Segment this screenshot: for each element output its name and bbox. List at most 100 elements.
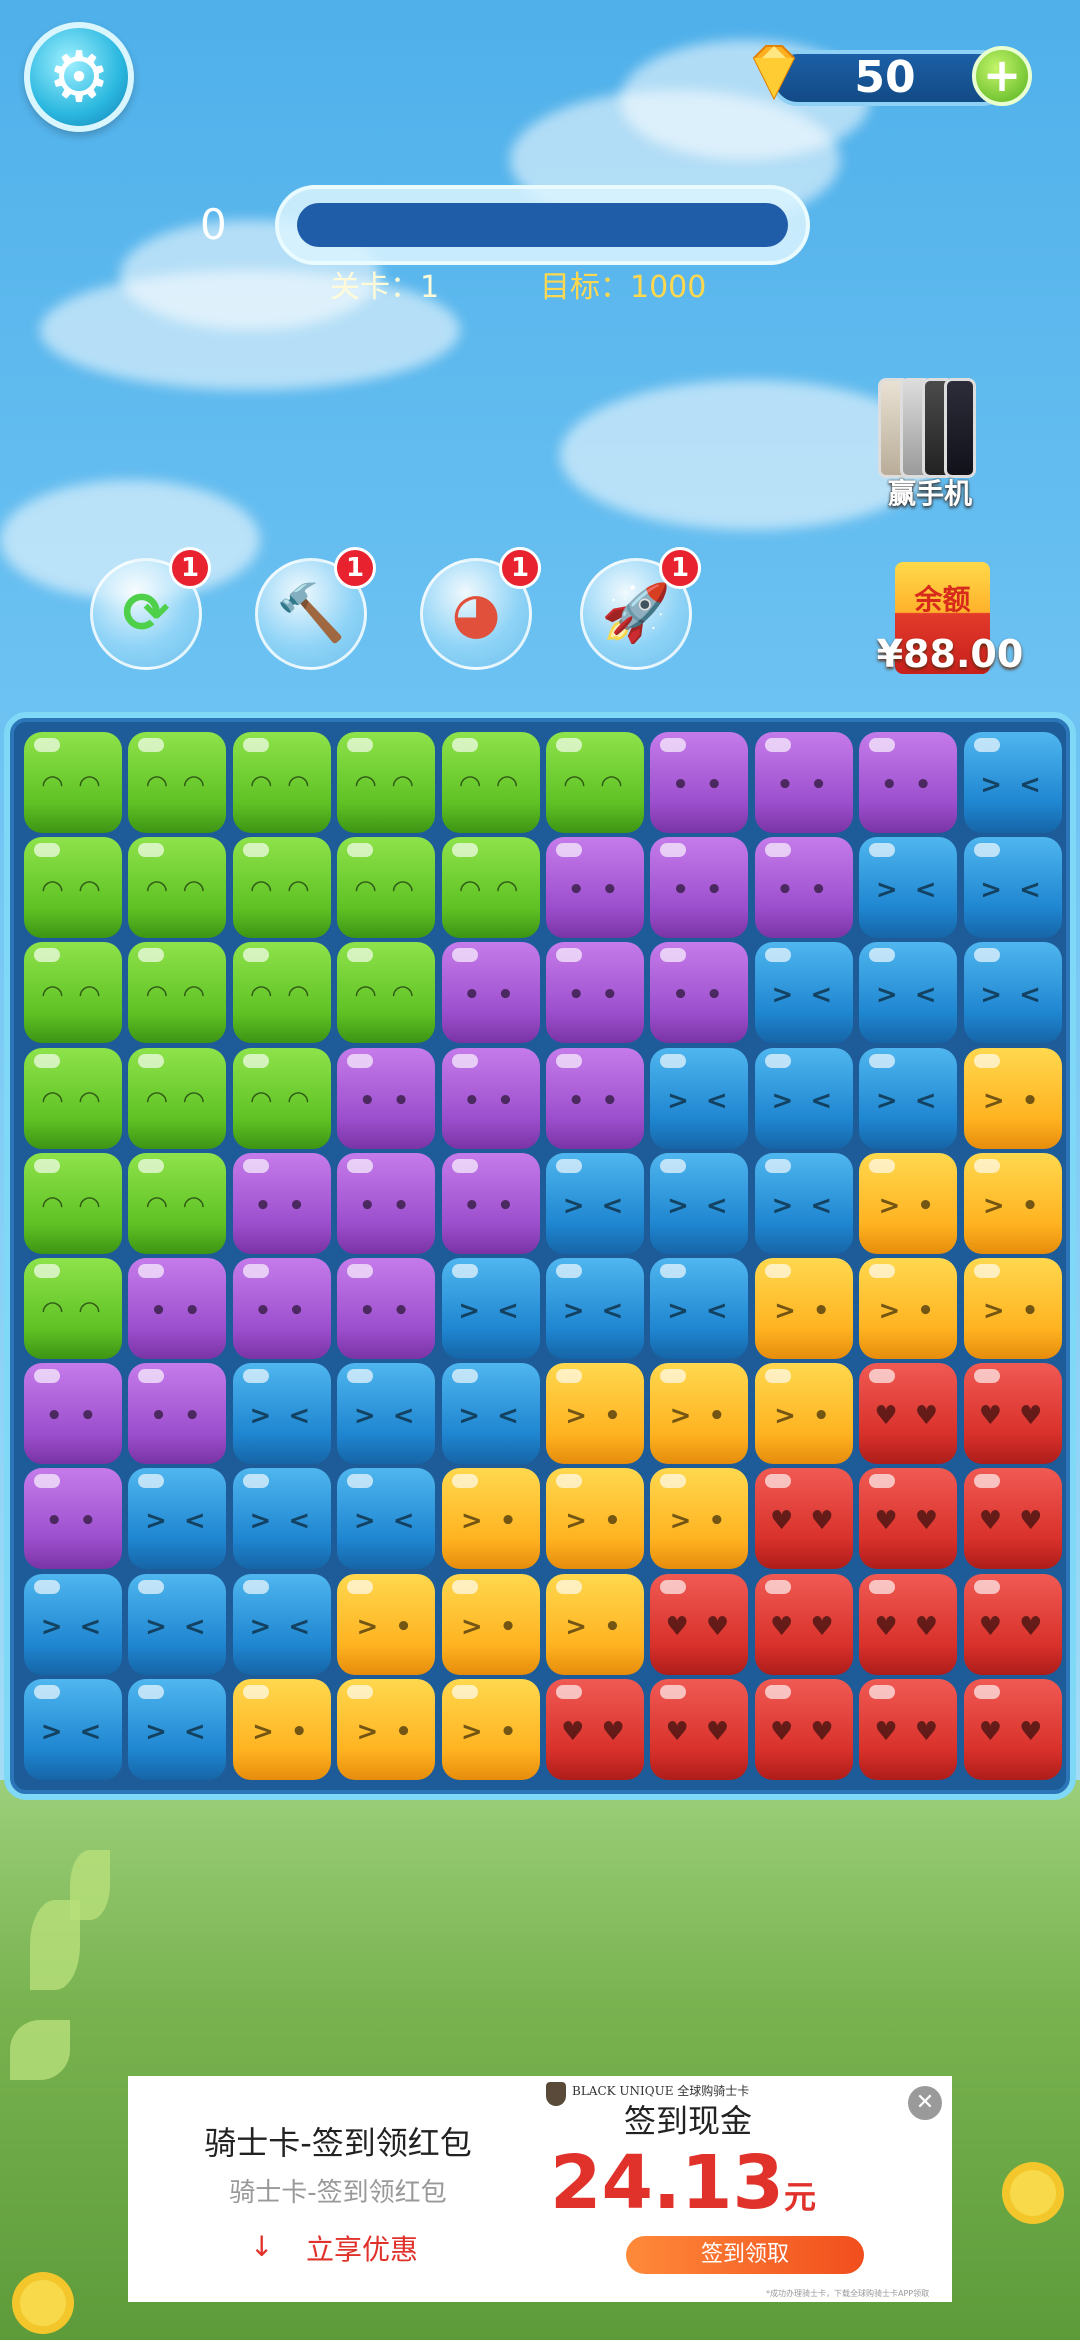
- tile-blue[interactable]: > <: [24, 1678, 122, 1780]
- tile-green[interactable]: ◠ ◠: [232, 942, 331, 1044]
- tile-red[interactable]: ♥ ♥: [754, 1468, 853, 1570]
- tile-blue[interactable]: > <: [859, 1047, 958, 1149]
- tile-blue[interactable]: > <: [650, 1152, 749, 1254]
- tile-purple[interactable]: • •: [650, 837, 749, 939]
- tile-yellow[interactable]: > •: [546, 1573, 644, 1675]
- tile-blue[interactable]: > <: [546, 1258, 644, 1359]
- tile-purple[interactable]: • •: [650, 942, 749, 1044]
- tile-yellow[interactable]: > •: [650, 1468, 749, 1570]
- tile-blue[interactable]: > <: [859, 837, 958, 939]
- tile-blue[interactable]: > <: [337, 1363, 436, 1465]
- tile-purple[interactable]: • •: [337, 1152, 436, 1254]
- tile-blue[interactable]: > <: [754, 1047, 853, 1149]
- settings-button[interactable]: ⚙: [24, 22, 134, 132]
- tile-yellow[interactable]: > •: [546, 1363, 644, 1465]
- tile-red[interactable]: ♥ ♥: [859, 1678, 958, 1780]
- tile-purple[interactable]: • •: [337, 1047, 436, 1149]
- tile-yellow[interactable]: > •: [963, 1258, 1062, 1359]
- tile-red[interactable]: ♥ ♥: [650, 1678, 749, 1780]
- tile-blue[interactable]: > <: [963, 732, 1062, 833]
- tile-green[interactable]: ◠ ◠: [337, 942, 436, 1044]
- booster-refresh[interactable]: ⟳ 1: [90, 547, 211, 670]
- tile-blue[interactable]: > <: [650, 1047, 749, 1149]
- tile-green[interactable]: ◠ ◠: [24, 942, 122, 1044]
- tile-purple[interactable]: • •: [441, 942, 540, 1044]
- tile-green[interactable]: ◠ ◠: [128, 837, 227, 939]
- tile-green[interactable]: ◠ ◠: [128, 942, 227, 1044]
- tile-purple[interactable]: • •: [232, 1152, 331, 1254]
- tile-yellow[interactable]: > •: [232, 1678, 331, 1780]
- tile-blue[interactable]: > <: [650, 1258, 749, 1359]
- tile-red[interactable]: ♥ ♥: [963, 1678, 1062, 1780]
- tile-green[interactable]: ◠ ◠: [337, 732, 436, 833]
- tile-green[interactable]: ◠ ◠: [232, 732, 331, 833]
- tile-green[interactable]: ◠ ◠: [232, 1047, 331, 1149]
- tile-blue[interactable]: > <: [441, 1258, 540, 1359]
- tile-purple[interactable]: • •: [546, 942, 644, 1044]
- tile-yellow[interactable]: > •: [441, 1573, 540, 1675]
- ad-cta-link[interactable]: 立享优惠: [306, 2228, 418, 2268]
- tile-green[interactable]: ◠ ◠: [24, 732, 122, 833]
- tile-blue[interactable]: > <: [859, 942, 958, 1044]
- tile-purple[interactable]: • •: [650, 732, 749, 833]
- tile-red[interactable]: ♥ ♥: [963, 1363, 1062, 1465]
- tile-green[interactable]: ◠ ◠: [441, 732, 540, 833]
- booster-color-wheel[interactable]: ◕ 1: [420, 547, 541, 670]
- tile-blue[interactable]: > <: [128, 1678, 227, 1780]
- tile-blue[interactable]: > <: [963, 837, 1062, 939]
- ad-claim-button[interactable]: 签到领取: [626, 2236, 864, 2274]
- tile-blue[interactable]: > <: [963, 942, 1062, 1044]
- add-gems-button[interactable]: +: [972, 46, 1032, 106]
- tile-yellow[interactable]: > •: [963, 1152, 1062, 1254]
- win-phone-promo[interactable]: 赢手机: [870, 378, 990, 510]
- tile-blue[interactable]: > <: [754, 1152, 853, 1254]
- ad-banner[interactable]: BLACK UNIQUE 全球购骑士卡 骑士卡-签到领红包 骑士卡-签到领红包 …: [128, 2076, 952, 2302]
- tile-red[interactable]: ♥ ♥: [963, 1573, 1062, 1675]
- tile-red[interactable]: ♥ ♥: [859, 1573, 958, 1675]
- tile-blue[interactable]: > <: [24, 1573, 122, 1675]
- tile-purple[interactable]: • •: [24, 1363, 122, 1465]
- tile-green[interactable]: ◠ ◠: [337, 837, 436, 939]
- tile-green[interactable]: ◠ ◠: [24, 1258, 122, 1359]
- tile-purple[interactable]: • •: [546, 1047, 644, 1149]
- tile-green[interactable]: ◠ ◠: [441, 837, 540, 939]
- tile-blue[interactable]: > <: [232, 1363, 331, 1465]
- tile-purple[interactable]: • •: [441, 1047, 540, 1149]
- tile-blue[interactable]: > <: [128, 1468, 227, 1570]
- tile-green[interactable]: ◠ ◠: [24, 1152, 122, 1254]
- tile-purple[interactable]: • •: [337, 1258, 436, 1359]
- tile-red[interactable]: ♥ ♥: [650, 1573, 749, 1675]
- tile-purple[interactable]: • •: [859, 732, 958, 833]
- tile-red[interactable]: ♥ ♥: [859, 1468, 958, 1570]
- tile-purple[interactable]: • •: [754, 732, 853, 833]
- tile-yellow[interactable]: > •: [859, 1258, 958, 1359]
- tile-yellow[interactable]: > •: [754, 1258, 853, 1359]
- tile-green[interactable]: ◠ ◠: [24, 1047, 122, 1149]
- tile-blue[interactable]: > <: [337, 1468, 436, 1570]
- tile-yellow[interactable]: > •: [337, 1678, 436, 1780]
- tile-red[interactable]: ♥ ♥: [859, 1363, 958, 1465]
- tile-blue[interactable]: > <: [232, 1573, 331, 1675]
- tile-green[interactable]: ◠ ◠: [128, 1152, 227, 1254]
- tile-purple[interactable]: • •: [232, 1258, 331, 1359]
- tile-green[interactable]: ◠ ◠: [128, 732, 227, 833]
- tile-purple[interactable]: • •: [754, 837, 853, 939]
- tile-yellow[interactable]: > •: [441, 1468, 540, 1570]
- tile-green[interactable]: ◠ ◠: [546, 732, 644, 833]
- tile-red[interactable]: ♥ ♥: [754, 1678, 853, 1780]
- tile-yellow[interactable]: > •: [650, 1363, 749, 1465]
- tile-red[interactable]: ♥ ♥: [754, 1573, 853, 1675]
- tile-purple[interactable]: • •: [546, 837, 644, 939]
- tile-yellow[interactable]: > •: [337, 1573, 436, 1675]
- tile-purple[interactable]: • •: [441, 1152, 540, 1254]
- tile-red[interactable]: ♥ ♥: [963, 1468, 1062, 1570]
- tile-yellow[interactable]: > •: [546, 1468, 644, 1570]
- close-icon[interactable]: ✕: [908, 2086, 942, 2120]
- tile-purple[interactable]: • •: [128, 1363, 227, 1465]
- tile-green[interactable]: ◠ ◠: [128, 1047, 227, 1149]
- tile-blue[interactable]: > <: [754, 942, 853, 1044]
- tile-red[interactable]: ♥ ♥: [546, 1678, 644, 1780]
- booster-hammer[interactable]: 🔨 1: [255, 547, 376, 670]
- tile-yellow[interactable]: > •: [441, 1678, 540, 1780]
- tile-blue[interactable]: > <: [441, 1363, 540, 1465]
